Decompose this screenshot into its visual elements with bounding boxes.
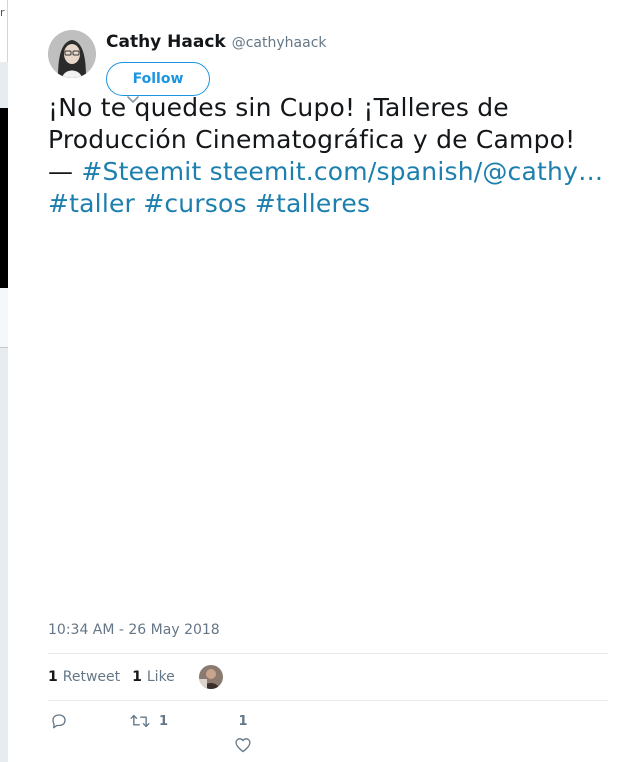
hashtag-cursos-link[interactable]: #cursos <box>143 189 247 218</box>
retweet-stat-label: Retweet <box>62 669 121 685</box>
hashtag-taller-link[interactable]: #taller <box>48 189 135 218</box>
follow-button[interactable]: Follow <box>106 62 210 96</box>
background-window-dark-panel <box>0 108 8 288</box>
tweet-text: ¡No te quedes sin Cupo! ¡Talleres de Pro… <box>48 92 608 220</box>
tweet-timestamp[interactable]: 10:34 AM - 26 May 2018 <box>48 622 220 638</box>
like-stat-label: Like <box>146 669 175 685</box>
hashtag-steemit-link[interactable]: #Steemit <box>81 157 201 186</box>
liker-avatar[interactable] <box>198 665 223 689</box>
like-stat[interactable]: 1 Like <box>132 669 175 685</box>
divider-top <box>48 653 608 654</box>
tweet-header: Cathy Haack @cathyhaack Follow <box>48 30 327 96</box>
tweet-card: Cathy Haack @cathyhaack Follow ¡No te qu… <box>8 0 640 762</box>
tweet-actions: 1 1 <box>48 708 608 758</box>
divider-bottom <box>48 700 608 701</box>
reply-action[interactable] <box>50 712 68 730</box>
retweet-stat-count: 1 <box>48 669 58 685</box>
retweet-stat[interactable]: 1 Retweet <box>48 669 120 685</box>
like-action[interactable]: 1 <box>234 714 252 753</box>
page: r Cathy Haack @cathyhaack Follow ¡No te … <box>0 0 640 762</box>
background-window-edge: r <box>0 0 8 762</box>
like-stat-count: 1 <box>132 669 142 685</box>
background-window-panel <box>0 288 8 348</box>
heart-icon <box>235 738 251 753</box>
background-window-top: r <box>0 0 8 62</box>
author-name-row: Cathy Haack @cathyhaack <box>106 32 327 52</box>
tweet-stats: 1 Retweet 1 Like <box>48 664 223 690</box>
retweet-action-count: 1 <box>159 713 169 729</box>
retweet-icon <box>130 714 150 728</box>
hashtag-talleres-link[interactable]: #talleres <box>255 189 370 218</box>
reply-icon <box>52 714 66 729</box>
retweet-action[interactable]: 1 <box>130 712 168 730</box>
background-window-text: r <box>0 6 5 19</box>
author-screen-name[interactable]: @cathyhaack <box>232 35 327 51</box>
like-action-count: 1 <box>238 714 248 729</box>
author-avatar[interactable] <box>48 30 96 78</box>
author-name[interactable]: Cathy Haack <box>106 32 226 52</box>
steemit-url-link[interactable]: steemit.com/spanish/@cathy… <box>210 157 604 186</box>
author-info: Cathy Haack @cathyhaack Follow <box>106 32 327 96</box>
